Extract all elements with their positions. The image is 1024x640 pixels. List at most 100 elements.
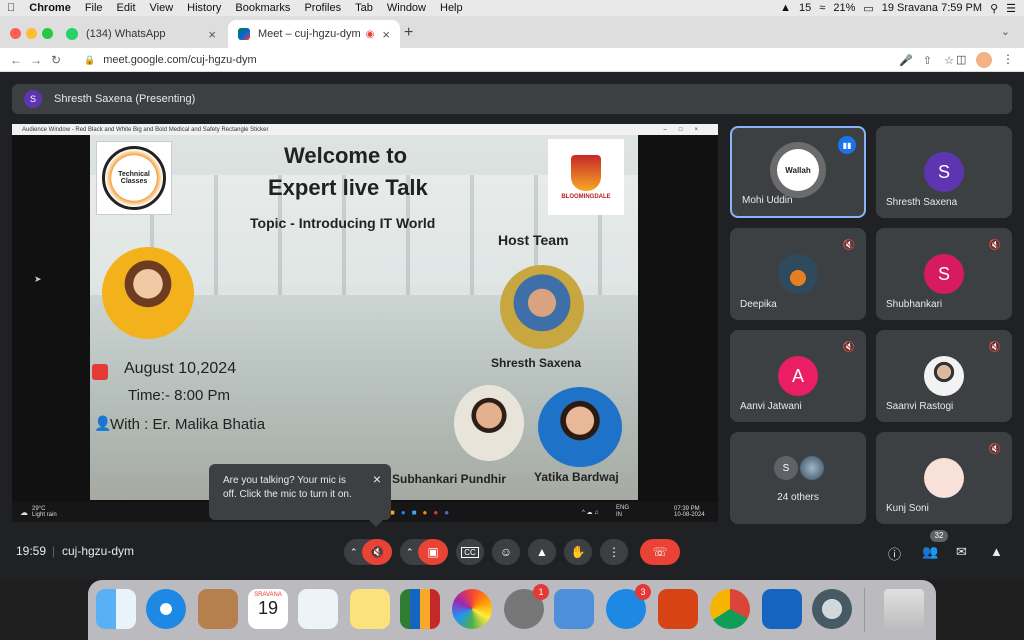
address-bar[interactable]: 🔒 meet.google.com/cuj-hgzu-dym 🎤 ⇧ ☆ <box>84 51 964 69</box>
participant-tile-deepika[interactable]: 🔇 Deepika <box>730 228 866 320</box>
window-zoom-button[interactable] <box>42 28 53 39</box>
menu-edit[interactable]: Edit <box>110 2 143 14</box>
chat-icon[interactable]: ✉ <box>956 544 967 560</box>
wifi-icon[interactable]: ≈ <box>819 2 825 14</box>
chrome-icon[interactable] <box>710 589 750 629</box>
participant-avatar <box>924 356 964 396</box>
spotlight-icon[interactable]: ⚲ <box>990 2 998 15</box>
shared-screen[interactable]: Audience Window - Red Black and White Bi… <box>12 124 718 502</box>
calendar-day: 19 <box>257 598 279 618</box>
more-options-button[interactable]: ⋮ <box>600 539 628 565</box>
calendar-app-icon[interactable]: SRAVANA 19 <box>248 589 288 629</box>
reactions-button[interactable]: ☺ <box>492 539 520 565</box>
person-icon: 👤 <box>94 415 112 431</box>
menu-app-name[interactable]: Chrome <box>22 2 78 14</box>
activities-icon[interactable]: ▲ <box>990 544 1003 559</box>
camera-toggle-button[interactable]: ▣ <box>418 539 448 565</box>
separator: | <box>52 544 56 558</box>
control-center-icon[interactable]: ☰ <box>1006 2 1016 15</box>
captions-button[interactable]: CC <box>456 539 484 565</box>
reload-icon[interactable]: ↻ <box>46 53 66 67</box>
taskbar-lang[interactable]: ENG IN <box>616 505 636 519</box>
lock-icon[interactable]: 🔒 <box>84 55 95 66</box>
trash-icon[interactable] <box>884 589 924 629</box>
mic-toggle-button[interactable]: 🔇 <box>362 539 392 565</box>
tab-whatsapp[interactable]: (134) WhatsApp × <box>56 20 226 48</box>
people-icon[interactable]: 👥 <box>922 544 938 560</box>
participant-avatar <box>924 458 964 498</box>
taskbar-date[interactable]: 10-08-2024 <box>674 512 705 518</box>
participant-tile-aanvi-jatwani[interactable]: 🔇 A Aanvi Jatwani <box>730 330 866 422</box>
menu-window[interactable]: Window <box>380 2 433 14</box>
window-minimize-button[interactable] <box>26 28 37 39</box>
numbers-icon[interactable] <box>400 589 440 629</box>
new-tab-button[interactable]: + <box>404 24 413 42</box>
battery-icon[interactable]: ▭ <box>863 2 873 15</box>
meeting-info-icon[interactable]: ⓘ <box>888 544 901 563</box>
battery-percent: 21% <box>833 2 856 14</box>
camera-off-icon: ▣ <box>427 545 439 559</box>
close-icon[interactable]: × <box>382 27 390 42</box>
edge-icon[interactable]: ● <box>401 508 406 517</box>
powerpoint-icon[interactable] <box>658 589 698 629</box>
tab-search-icon[interactable]: ⌄ <box>1001 25 1010 38</box>
presentation-slide: Technical Classes BLOOMINGDALE Welcome t… <box>90 135 638 500</box>
notification-badge: 1 <box>533 584 549 600</box>
participant-tile-others[interactable]: S 24 others <box>730 432 866 524</box>
hand-icon: ✋ <box>570 545 586 559</box>
profile-avatar[interactable] <box>976 52 992 68</box>
presenter-avatar: S <box>24 90 42 108</box>
participant-tile-kunj-soni[interactable]: 🔇 Kunj Soni <box>876 432 1012 524</box>
address-url[interactable]: meet.google.com/cuj-hgzu-dym <box>103 54 256 66</box>
more-menu-icon[interactable]: ⋮ <box>1002 52 1014 66</box>
participant-tile-saanvi-rastogi[interactable]: 🔇 Saanvi Rastogi <box>876 330 1012 422</box>
menu-view[interactable]: View <box>143 2 181 14</box>
menu-bookmarks[interactable]: Bookmarks <box>228 2 297 14</box>
back-icon[interactable]: ← <box>6 53 26 67</box>
adobe-icon[interactable]: ▲ <box>780 2 791 14</box>
menu-help[interactable]: Help <box>433 2 470 14</box>
menubar-clock[interactable]: 19 Sravana 7:59 PM <box>882 2 982 14</box>
windows-store-icon[interactable]: ■ <box>412 508 417 517</box>
participant-tile-shubhankari[interactable]: 🔇 S Shubhankari <box>876 228 1012 320</box>
apple-icon[interactable]:  <box>0 2 22 14</box>
participant-tile-mohi-uddin[interactable]: Wallah ▮▮ Mohi Uddin <box>730 126 866 218</box>
participant-tile-shresth-saxena[interactable]: S Shresth Saxena <box>876 126 1012 218</box>
finder-icon[interactable] <box>96 589 136 629</box>
app-taskbar-icon[interactable]: ● <box>444 508 449 517</box>
firefox-icon[interactable]: ● <box>423 508 428 517</box>
photos-icon[interactable] <box>452 589 492 629</box>
notes-icon[interactable] <box>350 589 390 629</box>
menu-file[interactable]: File <box>78 2 110 14</box>
side-panel-icon[interactable]: ◫ <box>956 53 966 66</box>
present-screen-icon: ▲ <box>536 545 548 559</box>
keynote-icon[interactable] <box>554 589 594 629</box>
raise-hand-button[interactable]: ✋ <box>564 539 592 565</box>
menu-profiles[interactable]: Profiles <box>297 2 348 14</box>
quicktime-icon[interactable] <box>812 589 852 629</box>
preview-icon[interactable] <box>298 589 338 629</box>
app-store-icon[interactable]: 3 <box>606 584 651 629</box>
chrome-taskbar-icon[interactable]: ● <box>433 508 438 517</box>
menu-tab[interactable]: Tab <box>348 2 380 14</box>
menu-history[interactable]: History <box>180 2 228 14</box>
forward-icon[interactable]: → <box>26 53 46 67</box>
contacts-icon[interactable] <box>198 589 238 629</box>
leave-call-button[interactable]: ☏ <box>640 539 680 565</box>
bookmark-star-icon[interactable]: ☆ <box>944 54 954 67</box>
present-button[interactable]: ▲ <box>528 539 556 565</box>
meeting-time: 19:59 <box>16 544 47 558</box>
mic-icon[interactable]: 🎤 <box>899 54 913 67</box>
close-icon[interactable]: × <box>208 27 216 42</box>
word-icon[interactable] <box>762 589 802 629</box>
system-settings-icon[interactable]: 1 <box>504 584 549 629</box>
status-area: ▲ 15 ≈ 21% ▭ 19 Sravana 7:59 PM ⚲ ☰ <box>780 2 1024 15</box>
tab-meet[interactable]: Meet – cuj-hgzu-dym ◉ × <box>228 20 400 48</box>
presenter-banner: S Shresth Saxena (Presenting) <box>12 84 1012 114</box>
window-close-button[interactable] <box>10 28 21 39</box>
tray-icons[interactable]: ^ ☁ ♫ <box>582 509 599 516</box>
close-icon[interactable]: × <box>373 472 381 486</box>
safari-icon[interactable] <box>146 589 186 629</box>
share-icon[interactable]: ⇧ <box>923 54 932 67</box>
logo-text: BLOOMINGDALE <box>561 193 611 200</box>
